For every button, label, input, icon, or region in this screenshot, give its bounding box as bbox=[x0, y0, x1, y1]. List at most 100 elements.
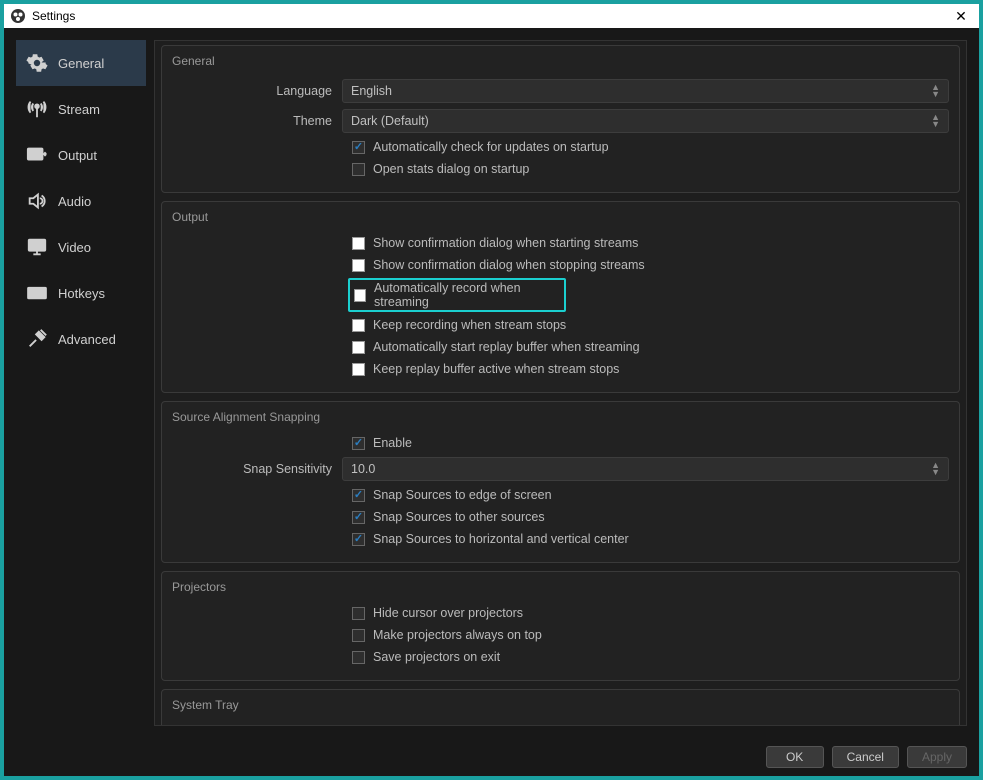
speaker-icon bbox=[26, 190, 48, 212]
sidebar-item-stream[interactable]: Stream bbox=[16, 86, 146, 132]
auto-record-checkbox[interactable] bbox=[354, 289, 366, 302]
confirm-start-label[interactable]: Show confirmation dialog when starting s… bbox=[373, 236, 638, 250]
open-stats-checkbox[interactable] bbox=[352, 163, 365, 176]
snap-enable-checkbox[interactable]: ✓ bbox=[352, 437, 365, 450]
theme-value: Dark (Default) bbox=[351, 114, 429, 128]
sidebar-item-video[interactable]: Video bbox=[16, 224, 146, 270]
row-snap-other: ✓ Snap Sources to other sources bbox=[352, 506, 949, 528]
sidebar-item-general[interactable]: General bbox=[16, 40, 146, 86]
auto-update-label[interactable]: Automatically check for updates on start… bbox=[373, 140, 609, 154]
confirm-stop-checkbox[interactable] bbox=[352, 259, 365, 272]
snap-center-checkbox[interactable]: ✓ bbox=[352, 533, 365, 546]
output-icon bbox=[26, 144, 48, 166]
sidebar-item-hotkeys[interactable]: Hotkeys bbox=[16, 270, 146, 316]
language-select[interactable]: English ▲▼ bbox=[342, 79, 949, 103]
window-title: Settings bbox=[32, 9, 75, 23]
sidebar-item-output[interactable]: Output bbox=[16, 132, 146, 178]
row-snap-edge: ✓ Snap Sources to edge of screen bbox=[352, 484, 949, 506]
auto-record-label[interactable]: Automatically record when streaming bbox=[374, 281, 560, 309]
group-title: General bbox=[172, 54, 949, 68]
keep-replay-checkbox[interactable] bbox=[352, 363, 365, 376]
snap-edge-label[interactable]: Snap Sources to edge of screen bbox=[373, 488, 552, 502]
row-confirm-start: Show confirmation dialog when starting s… bbox=[352, 232, 949, 254]
auto-update-checkbox[interactable]: ✓ bbox=[352, 141, 365, 154]
row-auto-replay: Automatically start replay buffer when s… bbox=[352, 336, 949, 358]
group-snapping: Source Alignment Snapping ✓ Enable Snap … bbox=[161, 401, 960, 563]
snap-edge-checkbox[interactable]: ✓ bbox=[352, 489, 365, 502]
hide-cursor-label[interactable]: Hide cursor over projectors bbox=[373, 606, 523, 620]
systray-enable-checkbox[interactable]: ✓ bbox=[352, 725, 365, 727]
theme-select[interactable]: Dark (Default) ▲▼ bbox=[342, 109, 949, 133]
row-theme: Theme Dark (Default) ▲▼ bbox=[172, 106, 949, 136]
ok-button[interactable]: OK bbox=[766, 746, 824, 768]
row-keep-replay: Keep replay buffer active when stream st… bbox=[352, 358, 949, 380]
sidebar-item-label: Video bbox=[58, 240, 91, 255]
row-hide-cursor: Hide cursor over projectors bbox=[352, 602, 949, 624]
sidebar-item-label: Hotkeys bbox=[58, 286, 105, 301]
save-exit-label[interactable]: Save projectors on exit bbox=[373, 650, 500, 664]
group-title: Projectors bbox=[172, 580, 949, 594]
sidebar-item-label: Audio bbox=[58, 194, 91, 209]
keep-replay-label[interactable]: Keep replay buffer active when stream st… bbox=[373, 362, 619, 376]
snap-center-label[interactable]: Snap Sources to horizontal and vertical … bbox=[373, 532, 629, 546]
updown-icon: ▲▼ bbox=[931, 114, 940, 128]
sidebar-item-audio[interactable]: Audio bbox=[16, 178, 146, 224]
group-output: Output Show confirmation dialog when sta… bbox=[161, 201, 960, 393]
group-systray: System Tray ✓ Enable Minimize to system … bbox=[161, 689, 960, 726]
row-keep-recording: Keep recording when stream stops bbox=[352, 314, 949, 336]
hide-cursor-checkbox[interactable] bbox=[352, 607, 365, 620]
confirm-start-checkbox[interactable] bbox=[352, 237, 365, 250]
monitor-icon bbox=[26, 236, 48, 258]
row-snap-sensitivity: Snap Sensitivity 10.0 ▲▼ bbox=[172, 454, 949, 484]
sidebar-item-label: Advanced bbox=[58, 332, 116, 347]
close-button[interactable]: ✕ bbox=[949, 8, 973, 25]
sidebar: General Stream Output Audio bbox=[16, 40, 146, 726]
settings-main[interactable]: General Language English ▲▼ Theme Dark bbox=[154, 40, 967, 726]
group-title: Source Alignment Snapping bbox=[172, 410, 949, 424]
auto-replay-label[interactable]: Automatically start replay buffer when s… bbox=[373, 340, 640, 354]
language-label: Language bbox=[172, 84, 342, 98]
group-title: Output bbox=[172, 210, 949, 224]
snap-other-label[interactable]: Snap Sources to other sources bbox=[373, 510, 545, 524]
snap-sensitivity-input[interactable]: 10.0 ▲▼ bbox=[342, 457, 949, 481]
row-systray-enable: ✓ Enable bbox=[352, 720, 949, 726]
snap-other-checkbox[interactable]: ✓ bbox=[352, 511, 365, 524]
row-snap-center: ✓ Snap Sources to horizontal and vertica… bbox=[352, 528, 949, 550]
always-top-checkbox[interactable] bbox=[352, 629, 365, 642]
row-auto-update: ✓ Automatically check for updates on sta… bbox=[352, 136, 949, 158]
gear-icon bbox=[26, 52, 48, 74]
sidebar-item-label: Output bbox=[58, 148, 97, 163]
sidebar-item-label: Stream bbox=[58, 102, 100, 117]
content-area: General Stream Output Audio bbox=[4, 28, 979, 738]
group-title: System Tray bbox=[172, 698, 949, 712]
theme-label: Theme bbox=[172, 114, 342, 128]
open-stats-label[interactable]: Open stats dialog on startup bbox=[373, 162, 529, 176]
settings-dialog: Settings ✕ General Stream Output bbox=[4, 4, 979, 776]
keep-recording-label[interactable]: Keep recording when stream stops bbox=[373, 318, 566, 332]
sidebar-item-label: General bbox=[58, 56, 104, 71]
snap-enable-label[interactable]: Enable bbox=[373, 436, 412, 450]
row-save-exit: Save projectors on exit bbox=[352, 646, 949, 668]
antenna-icon bbox=[26, 98, 48, 120]
auto-replay-checkbox[interactable] bbox=[352, 341, 365, 354]
dialog-footer: OK Cancel Apply bbox=[4, 738, 979, 776]
group-projectors: Projectors Hide cursor over projectors M… bbox=[161, 571, 960, 681]
row-auto-record-highlighted: Automatically record when streaming bbox=[348, 278, 566, 312]
keyboard-icon bbox=[26, 282, 48, 304]
updown-icon: ▲▼ bbox=[931, 84, 940, 98]
titlebar: Settings ✕ bbox=[4, 4, 979, 28]
keep-recording-checkbox[interactable] bbox=[352, 319, 365, 332]
cancel-button[interactable]: Cancel bbox=[832, 746, 899, 768]
save-exit-checkbox[interactable] bbox=[352, 651, 365, 664]
row-snap-enable: ✓ Enable bbox=[352, 432, 949, 454]
always-top-label[interactable]: Make projectors always on top bbox=[373, 628, 542, 642]
row-open-stats: Open stats dialog on startup bbox=[352, 158, 949, 180]
app-icon bbox=[10, 8, 26, 24]
group-general: General Language English ▲▼ Theme Dark bbox=[161, 45, 960, 193]
updown-icon: ▲▼ bbox=[931, 462, 940, 476]
systray-enable-label[interactable]: Enable bbox=[373, 724, 412, 726]
snap-sensitivity-label: Snap Sensitivity bbox=[172, 462, 342, 476]
sidebar-item-advanced[interactable]: Advanced bbox=[16, 316, 146, 362]
confirm-stop-label[interactable]: Show confirmation dialog when stopping s… bbox=[373, 258, 645, 272]
apply-button[interactable]: Apply bbox=[907, 746, 967, 768]
